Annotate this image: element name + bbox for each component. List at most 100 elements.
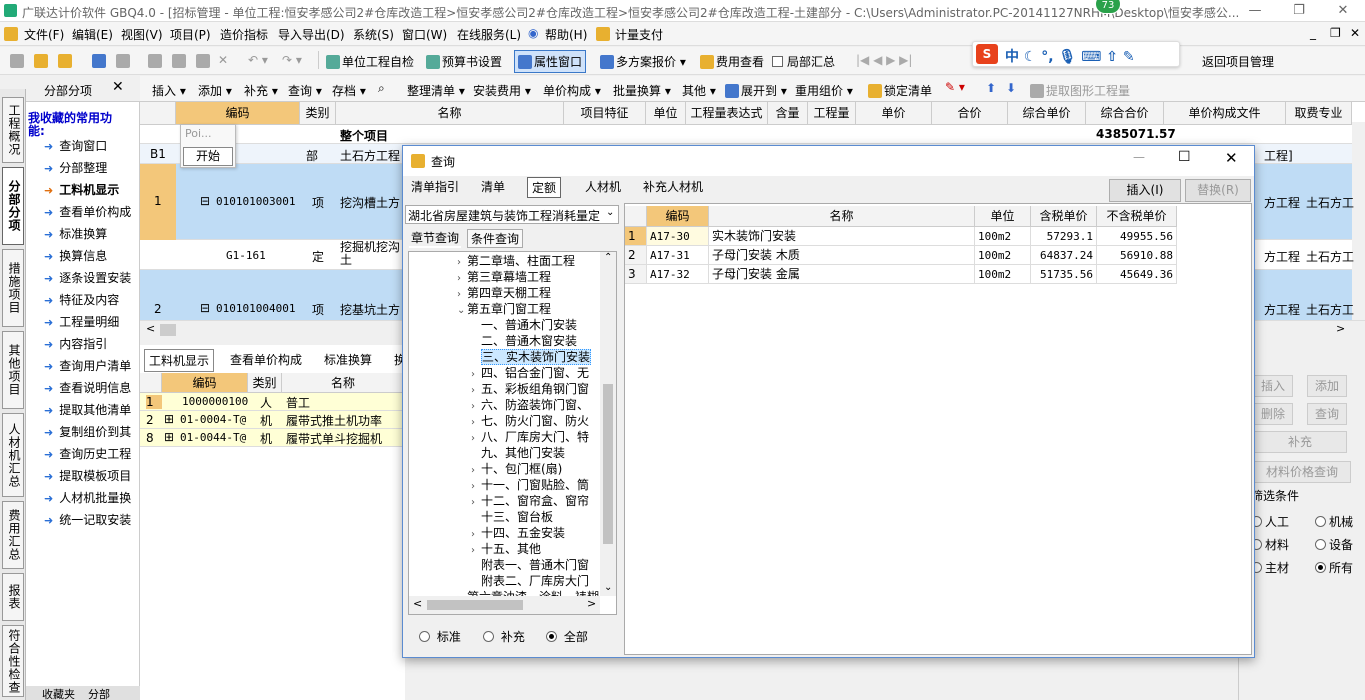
tab-materials[interactable]: 工料机显示: [144, 349, 215, 372]
scroll-up-icon[interactable]: ⌃: [604, 252, 612, 263]
col-header[interactable]: 类别: [300, 102, 336, 125]
table-row[interactable]: 2 A17-31 子母门安装 木质 100m2 64837.24 56910.8…: [625, 246, 1177, 265]
collapse-icon[interactable]: ⊟: [200, 194, 210, 208]
menu-project[interactable]: 项目(P): [170, 26, 211, 43]
tree-item[interactable]: › 第二章墙、柱面工程: [457, 252, 575, 269]
tree-item[interactable]: › 十四、五金安装: [471, 524, 565, 541]
col-header[interactable]: 综合单价: [1008, 102, 1086, 125]
insert-material-button[interactable]: 插入: [1253, 375, 1293, 397]
tab-list-guide[interactable]: 清单指引: [407, 177, 463, 196]
col-header[interactable]: 含税单价: [1031, 206, 1097, 227]
fav-item[interactable]: 提取其他清单: [44, 401, 140, 418]
tab-chapter-query[interactable]: 章节查询: [409, 229, 462, 248]
tree-item[interactable]: 附表一、普通木门窗: [481, 556, 589, 573]
fav-item[interactable]: 查询用户清单: [44, 357, 140, 374]
filter-equipment-radio[interactable]: 设备: [1315, 536, 1353, 553]
copy-icon[interactable]: [172, 54, 186, 68]
col-header[interactable]: 含量: [768, 102, 808, 125]
insert-button[interactable]: 插入 ▾: [152, 82, 186, 99]
fav-item[interactable]: 提取模板项目: [44, 467, 140, 484]
col-header[interactable]: 工程量: [808, 102, 856, 125]
scroll-thumb[interactable]: [427, 600, 523, 610]
tab-sub-items[interactable]: 分部分项: [2, 167, 24, 245]
col-header[interactable]: 类别: [248, 373, 282, 393]
radio-supplement[interactable]: 补充: [483, 628, 525, 645]
col-header[interactable]: 综合合价: [1086, 102, 1164, 125]
col-header[interactable]: 不含税单价: [1097, 206, 1177, 227]
back-to-project-button[interactable]: 返回项目管理: [1202, 53, 1274, 70]
close-button[interactable]: ✕: [1321, 0, 1365, 21]
mdi-restore-icon[interactable]: ❐: [1330, 26, 1341, 40]
move-up-icon[interactable]: ⬆: [986, 81, 996, 95]
table-row[interactable]: 3 A17-32 子母门安装 金属 100m2 51735.56 45649.3…: [625, 265, 1177, 284]
tab-standard-convert[interactable]: 标准换算: [320, 349, 376, 370]
new-icon[interactable]: [10, 54, 24, 68]
dialog-close-icon[interactable]: ✕: [1225, 149, 1238, 167]
fee-view-button[interactable]: 费用查看: [700, 53, 764, 70]
multi-quote-button[interactable]: 多方案报价 ▾: [600, 53, 686, 70]
tree-item[interactable]: › 五、彩板组角钢门窗: [471, 380, 589, 397]
paste-icon[interactable]: [196, 54, 210, 68]
tree-item[interactable]: ⌄ 第五章门窗工程: [457, 300, 551, 317]
minimize-button[interactable]: —: [1233, 0, 1277, 21]
reuse-price-button[interactable]: 重用组价 ▾: [795, 82, 853, 99]
tree-item[interactable]: › 十二、窗帘盒、窗帘: [471, 492, 589, 509]
mdi-close-icon[interactable]: ✕: [1350, 26, 1360, 40]
dialog-replace-button[interactable]: 替换(R): [1185, 179, 1251, 202]
tree-item[interactable]: › 七、防火门窗、防火: [471, 412, 589, 429]
col-header[interactable]: 名称: [336, 102, 564, 125]
scroll-right-icon[interactable]: >: [1336, 322, 1345, 335]
fill-color-icon[interactable]: ✎ ▾: [945, 80, 965, 94]
open-folder-icon[interactable]: [58, 54, 72, 68]
grid-vscroll[interactable]: [1352, 122, 1365, 320]
tree-item[interactable]: › 四、铝合金门窗、无: [471, 364, 589, 381]
tree-item[interactable]: 附表二、厂库房大门: [481, 572, 589, 589]
menu-window[interactable]: 窗口(W): [402, 26, 447, 43]
table-row[interactable]: 2 ⊞ 01-0004-T@ 机 履带式推土机功率: [140, 411, 405, 429]
undo-icon[interactable]: ↶ ▾: [248, 53, 268, 67]
menu-cost-index[interactable]: 造价指标: [220, 26, 268, 43]
expand-icon[interactable]: ⊞: [164, 412, 174, 426]
table-row[interactable]: 8 ⊞ 01-0044-T@ 机 履带式单斗挖掘机: [140, 429, 405, 447]
quota-library-select[interactable]: 湖北省房屋建筑与装饰工程消耗量定 ⌄: [405, 205, 619, 224]
col-header[interactable]: 工程量表达式: [686, 102, 768, 125]
redo-icon[interactable]: ↷ ▾: [282, 53, 302, 67]
menu-help[interactable]: 帮助(H): [545, 26, 587, 43]
fav-item[interactable]: 特征及内容: [44, 291, 140, 308]
fav-item[interactable]: 分部整理: [44, 159, 140, 176]
archive-button[interactable]: 存档 ▾: [332, 82, 366, 99]
tab-quota[interactable]: 定额: [527, 177, 562, 198]
tab-other-items[interactable]: 其他项目: [2, 331, 24, 409]
menu-online[interactable]: 在线服务(L): [457, 26, 521, 43]
notification-badge[interactable]: 73: [1095, 0, 1121, 14]
scroll-left-icon[interactable]: <: [146, 322, 155, 335]
mdi-minimize-icon[interactable]: _: [1310, 26, 1316, 40]
table-row[interactable]: 1 1000000100 人 普工: [140, 393, 405, 411]
scroll-right-icon[interactable]: >: [587, 597, 596, 610]
fav-item[interactable]: 标准换算: [44, 225, 140, 242]
property-window-button[interactable]: 属性窗口: [514, 50, 587, 73]
col-header[interactable]: 单位: [975, 206, 1031, 227]
fav-item[interactable]: 人材机批量换: [44, 489, 140, 506]
cut-icon[interactable]: [148, 54, 162, 68]
menu-payment[interactable]: 计量支付: [615, 26, 663, 43]
ime-toolbar[interactable]: S 中 ☾ °, 🎙 ⌨ ⇧ ✎: [972, 41, 1180, 67]
collapse-icon[interactable]: ⊟: [200, 301, 210, 315]
supplement-button[interactable]: 补充 ▾: [244, 82, 278, 99]
query-button[interactable]: 查询 ▾: [288, 82, 322, 99]
col-header[interactable]: 编码: [176, 102, 300, 125]
dialog-minimize-icon[interactable]: —: [1133, 150, 1145, 164]
col-header[interactable]: 单价: [856, 102, 932, 125]
chevron-down-icon[interactable]: ⌄: [606, 207, 614, 218]
start-button[interactable]: 开始: [183, 147, 233, 166]
col-header[interactable]: 取费专业: [1286, 102, 1352, 125]
organize-list-button[interactable]: 整理清单 ▾: [407, 82, 465, 99]
tab-measures[interactable]: 措施项目: [2, 249, 24, 327]
tree-hscroll[interactable]: < >: [409, 596, 600, 614]
ime-chinese-icon[interactable]: 中 ☾ °, 🎙 ⌨ ⇧ ✎: [1005, 46, 1135, 66]
scroll-thumb[interactable]: [603, 384, 613, 544]
unit-price-comp-button[interactable]: 单价构成 ▾: [543, 82, 601, 99]
tree-item[interactable]: › 十一、门窗贴脸、筒: [471, 476, 589, 493]
other-button[interactable]: 其他 ▾: [682, 82, 716, 99]
filter-machine-radio[interactable]: 机械: [1315, 513, 1353, 530]
